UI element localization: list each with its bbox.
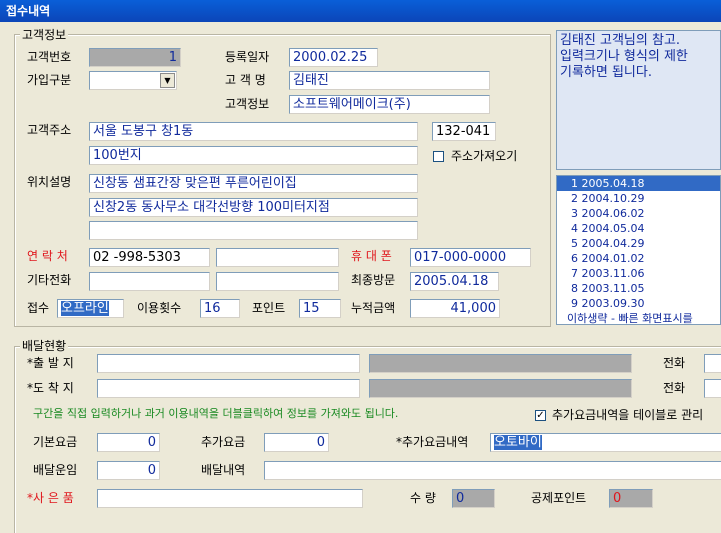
address-fetch-label[interactable]: 주소가져오기 [451, 147, 517, 165]
extra-fee-table-label[interactable]: 추가요금내역을 테이블로 관리 [552, 406, 703, 424]
contact2-field[interactable] [216, 248, 339, 267]
history-item[interactable]: 4 2004.05.04 [557, 221, 720, 236]
reg-date-label: 등록일자 [225, 50, 270, 64]
address2-field[interactable]: 100번지 [89, 146, 418, 165]
delivery-hint-text: 구간을 직접 입력하거나 과거 이용내역을 더블클릭하여 정보를 가져와도 됩니… [33, 407, 399, 420]
location1-field[interactable]: 신창동 샘표간장 맞은편 푸른어린이집 [89, 174, 418, 193]
delivery-fee-label: 배달운임 [33, 463, 78, 477]
window-title: 접수내역 [6, 4, 51, 18]
receipt-value: 오프라인 [61, 301, 109, 316]
receipt-field[interactable]: 오프라인 [57, 299, 124, 318]
deduct-point-label: 공제포인트 [531, 491, 587, 505]
dest-phone-label: 전화 [663, 381, 686, 395]
window-title-bar: 접수내역 [0, 0, 721, 22]
point-label: 포인트 [252, 301, 286, 315]
extra-detail-field[interactable]: 오토바이 [490, 433, 721, 452]
last-visit-label: 최종방문 [351, 273, 396, 287]
usage-history-list[interactable]: 1 2005.04.18 2 2004.10.29 3 2004.06.02 4… [556, 175, 721, 325]
total-amount-field[interactable]: 41,000 [410, 299, 500, 318]
extra-fee-field[interactable]: 0 [264, 433, 329, 452]
info-label: 고객정보 [225, 97, 270, 111]
memo-textarea[interactable]: 김태진 고객님의 참고. 입력크기나 형식의 제한 기록하면 됩니다. [556, 30, 721, 170]
mobile-field[interactable]: 017-000-0000 [410, 248, 531, 267]
memo-line: 기록하면 됩니다. [560, 65, 652, 80]
name-field[interactable]: 김태진 [289, 71, 490, 90]
origin-detail-field[interactable] [369, 354, 632, 373]
dest-detail-field[interactable] [369, 379, 632, 398]
origin-phone-label: 전화 [663, 356, 686, 370]
other-phone-label: 기타전화 [27, 273, 72, 287]
extra-fee-table-checkbox[interactable]: ✓ [535, 410, 546, 421]
extra-detail-label: *추가요금내역 [396, 435, 469, 449]
history-item[interactable]: 2 2004.10.29 [557, 191, 720, 206]
dest-phone-field[interactable] [704, 379, 721, 398]
history-item[interactable]: 8 2003.11.05 [557, 281, 720, 296]
location3-field[interactable] [89, 221, 418, 240]
name-label: 고 객 명 [225, 73, 266, 87]
address-label: 고객주소 [27, 123, 72, 137]
delivery-status-group-title: 배달현황 [20, 337, 69, 354]
customer-no-label: 고객번호 [27, 50, 72, 64]
other-phone2-field[interactable] [216, 272, 339, 291]
last-visit-field[interactable]: 2005.04.18 [410, 272, 499, 291]
other-phone1-field[interactable] [89, 272, 210, 291]
customer-info-group-title: 고객정보 [20, 26, 69, 43]
receipt-label: 접수 [27, 301, 50, 315]
qty-field[interactable]: 0 [452, 489, 495, 508]
history-item[interactable]: 3 2004.06.02 [557, 206, 720, 221]
history-item[interactable]: 7 2003.11.06 [557, 266, 720, 281]
extra-detail-value: 오토바이 [494, 435, 542, 450]
total-amount-label: 누적금액 [351, 301, 396, 315]
join-type-select[interactable]: ▼ [89, 71, 177, 90]
contact-label: 연 락 처 [27, 249, 68, 263]
customer-no-field[interactable]: 1 [89, 48, 181, 67]
origin-phone-field[interactable] [704, 354, 721, 373]
delivery-detail-label: 배달내역 [201, 463, 246, 477]
use-count-field[interactable]: 16 [200, 299, 240, 318]
address1-field[interactable]: 서울 도봉구 창1동 [89, 122, 418, 141]
extra-fee-label: 추가요금 [201, 435, 246, 449]
base-fee-label: 기본요금 [33, 435, 78, 449]
gift-field[interactable] [97, 489, 363, 508]
gift-label: *사 은 품 [27, 491, 74, 505]
address-fetch-checkbox[interactable] [433, 151, 444, 162]
join-type-label: 가입구분 [27, 73, 72, 87]
origin-label: *출 발 지 [27, 356, 74, 370]
delivery-fee-field[interactable]: 0 [97, 461, 160, 480]
point-field[interactable]: 15 [299, 299, 341, 318]
reg-date-field[interactable]: 2000.02.25 [289, 48, 378, 67]
history-note: 이하생략 - 빠른 화면표시를 [567, 312, 693, 325]
dest-field[interactable] [97, 379, 360, 398]
location-label: 위치설명 [27, 175, 72, 189]
history-item[interactable]: 9 2003.09.30 [557, 296, 720, 311]
base-fee-field[interactable]: 0 [97, 433, 160, 452]
use-count-label: 이용횟수 [137, 301, 182, 315]
contact1-field[interactable]: 02 -998-5303 [89, 248, 210, 267]
delivery-detail-field[interactable] [264, 461, 721, 480]
history-item[interactable]: 1 2005.04.18 [557, 176, 720, 191]
deduct-point-field[interactable]: 0 [609, 489, 653, 508]
location2-field[interactable]: 신창2동 동사무소 대각선방향 100미터지점 [89, 198, 418, 217]
dest-label: *도 착 지 [27, 381, 74, 395]
info-field[interactable]: 소프트웨어메이크(주) [289, 95, 490, 114]
chevron-down-icon[interactable]: ▼ [160, 73, 175, 88]
memo-line: 김태진 고객님의 참고. [560, 33, 681, 48]
history-item[interactable]: 6 2004.01.02 [557, 251, 720, 266]
mobile-label: 휴 대 폰 [351, 249, 392, 263]
origin-field[interactable] [97, 354, 360, 373]
zipcode-field[interactable]: 132-041 [432, 122, 496, 141]
history-item[interactable]: 5 2004.04.29 [557, 236, 720, 251]
qty-label: 수 량 [410, 491, 436, 505]
memo-line: 입력크기나 형식의 제한 [560, 49, 688, 64]
